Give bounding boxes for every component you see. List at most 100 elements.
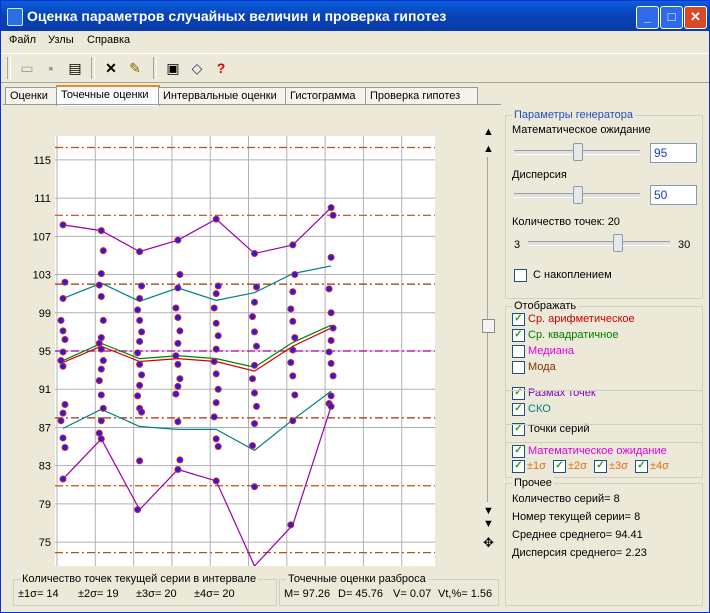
data-point	[327, 359, 335, 367]
expectation-slider-thumb[interactable]	[573, 143, 583, 161]
sigma-checkbox[interactable]: ✓	[594, 460, 607, 473]
data-point	[134, 349, 142, 357]
menu-help[interactable]: Справка	[87, 34, 130, 46]
data-point	[289, 417, 297, 425]
points-slider-thumb[interactable]	[613, 234, 623, 252]
data-point	[136, 381, 144, 389]
data-point	[212, 370, 220, 378]
data-point	[176, 271, 184, 279]
data-point	[136, 294, 144, 302]
move-icon[interactable]: ✥	[483, 536, 494, 549]
data-point	[327, 392, 335, 400]
help-icon[interactable]: ?	[211, 58, 231, 78]
points-slider[interactable]	[528, 241, 670, 246]
data-point	[327, 309, 335, 317]
y-tick-label: 111	[34, 193, 51, 205]
save-icon[interactable]: ▪	[41, 58, 61, 78]
data-point	[97, 435, 105, 443]
y-tick-label: 103	[33, 270, 51, 282]
data-point	[287, 358, 295, 366]
data-point	[214, 282, 222, 290]
data-point	[136, 248, 144, 256]
data-point	[97, 391, 105, 399]
scroll-down-arrow[interactable]: ▼	[483, 519, 494, 530]
accumulate-checkbox[interactable]	[514, 269, 527, 282]
close-button[interactable]: ✕	[684, 6, 707, 29]
scroll-thumb[interactable]	[482, 319, 495, 333]
data-point	[59, 475, 67, 483]
tab-point-estimates[interactable]: Точечные оценки	[56, 85, 160, 106]
scroll-up-small-arrow[interactable]: ▲	[483, 144, 494, 155]
minimize-button[interactable]: _	[636, 6, 659, 29]
data-point	[251, 328, 258, 336]
sigma-checkbox[interactable]: ✓	[512, 460, 525, 473]
data-point	[251, 298, 258, 306]
data-point	[57, 417, 65, 425]
data-point	[287, 521, 295, 529]
data-point	[174, 284, 182, 292]
spread-estimates-group: Точечные оценки разброса M= 97.26 D= 45.…	[279, 573, 499, 606]
menu-nodes[interactable]: Узлы	[48, 34, 74, 46]
data-point	[212, 435, 220, 443]
display-checkbox[interactable]: ✓	[512, 445, 525, 458]
y-tick-label: 91	[39, 384, 51, 396]
data-point	[327, 204, 335, 212]
variance-of-mean: Дисперсия среднего= 2.23	[512, 547, 647, 559]
toolbar-separator	[91, 57, 95, 79]
open-folder-icon[interactable]: ▭	[17, 58, 37, 78]
display-divider	[506, 442, 702, 443]
display-checkbox[interactable]: ✓	[512, 387, 525, 400]
display-checkbox[interactable]: ✓	[512, 329, 525, 342]
scroll-down-small-arrow[interactable]: ▼	[483, 506, 494, 517]
data-point	[329, 211, 337, 219]
tab-hypothesis-test[interactable]: Проверка гипотез	[365, 87, 478, 105]
data-point	[249, 442, 256, 450]
data-point	[138, 328, 146, 336]
display-option-label: Ср. арифметическое	[528, 313, 635, 325]
maximize-button[interactable]: □	[660, 6, 683, 29]
other-group: Прочее Количество серий= 8 Номер текущей…	[505, 477, 703, 606]
m-value: M= 97.26	[284, 588, 331, 600]
data-point	[97, 417, 105, 425]
data-point	[253, 283, 260, 291]
data-point	[289, 317, 297, 325]
tab-estimates[interactable]: Оценки	[5, 87, 60, 105]
camera-icon[interactable]: ▣	[163, 58, 183, 78]
data-point	[174, 339, 182, 347]
sigma-checkbox[interactable]: ✓	[553, 460, 566, 473]
tab-interval-estimates[interactable]: Интервальные оценки	[158, 87, 289, 105]
data-point	[176, 327, 184, 335]
display-checkbox[interactable]: ✓	[512, 403, 525, 416]
y-tick-label: 115	[33, 155, 51, 167]
report-icon[interactable]: ✎	[125, 58, 145, 78]
generator-group: Параметры генератора Математическое ожид…	[505, 109, 703, 299]
sigma-label: ±4σ	[650, 460, 669, 472]
display-checkbox[interactable]	[512, 345, 525, 358]
data-point	[176, 456, 184, 464]
variance-field[interactable]: 50	[650, 185, 697, 205]
delete-icon[interactable]: ✕	[101, 58, 121, 78]
data-point	[251, 250, 258, 258]
data-point	[174, 236, 182, 244]
variance-slider-thumb[interactable]	[573, 186, 583, 204]
data-point	[325, 285, 333, 293]
data-point	[212, 215, 220, 223]
display-checkbox[interactable]	[512, 361, 525, 374]
window-title: Оценка параметров случайных величин и пр…	[27, 8, 447, 24]
data-point	[59, 221, 67, 229]
data-point	[287, 305, 295, 313]
data-point	[97, 293, 105, 301]
display-option-label: Математическое ожидание	[528, 445, 667, 457]
display-checkbox[interactable]: ✓	[512, 313, 525, 326]
data-point	[210, 304, 218, 312]
book-icon[interactable]: ◇	[187, 58, 207, 78]
print-icon[interactable]: ▤	[65, 58, 85, 78]
expectation-field[interactable]: 95	[650, 143, 697, 163]
y-tick-label: 99	[39, 308, 51, 320]
tab-histogram[interactable]: Гистограмма	[285, 87, 369, 105]
data-point	[97, 345, 105, 353]
data-point	[251, 420, 258, 428]
scroll-up-arrow[interactable]: ▲	[483, 127, 494, 138]
sigma-checkbox[interactable]: ✓	[635, 460, 648, 473]
menu-file[interactable]: Файл	[9, 34, 36, 46]
